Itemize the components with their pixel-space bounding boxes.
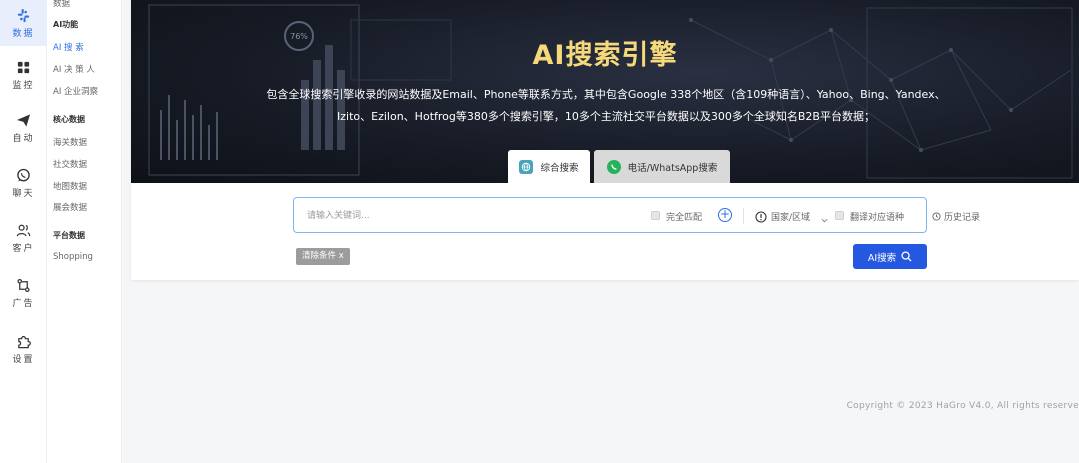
tab-general-search-label: 综合搜索 (540, 162, 579, 174)
rail-item-monitor[interactable]: 监控 (0, 52, 47, 98)
submenu-item-expo[interactable]: 展会数据 (53, 201, 87, 213)
submenu-item-social[interactable]: 社交数据 (53, 158, 87, 170)
hero-description-line2: Izito、Ezilon、Hotfrog等380多个搜索引擎，10多个主流社交平… (337, 110, 875, 123)
rail-label-chat: 聊天 (12, 188, 35, 199)
submenu-item-ai-search[interactable]: AI 搜 索 (53, 41, 84, 53)
users-icon (16, 224, 31, 236)
tab-phone-whatsapp-search[interactable]: 电话/WhatsApp搜索 (594, 150, 730, 183)
country-region-select[interactable]: 国家/区域 (771, 210, 810, 223)
history-link[interactable]: 历史记录 (932, 210, 980, 223)
submenu-top-item[interactable]: 数据 (53, 0, 70, 9)
hero-description-line1: 包含全球搜索引擎收录的网站数据及Email、Phone等联系方式，其中包含Goo… (266, 88, 946, 101)
whatsapp-icon (606, 159, 621, 174)
translate-label: 翻译对应语种 (850, 213, 905, 223)
submenu-panel: 数据 AI功能 AI 搜 索 AI 决 策 人 AI 企业洞察 核心数据 海关数… (47, 0, 122, 463)
rail-label-monitor: 监控 (12, 80, 35, 91)
whatsapp-icon (17, 168, 30, 182)
search-icon (901, 251, 912, 262)
paper-plane-icon (16, 113, 31, 127)
rail-item-chat[interactable]: 聊天 (0, 160, 47, 206)
submenu-section-platform: 平台数据 (53, 231, 85, 240)
puzzle-icon (18, 335, 31, 348)
main-area: 76% AI搜索引擎 包含全球搜索引擎收录的网站数据及Email、Phone等联… (122, 0, 1079, 463)
add-keyword-button[interactable]: + (718, 208, 732, 222)
submenu-section-core: 核心数据 (53, 115, 85, 124)
hero-banner: 76% AI搜索引擎 包含全球搜索引擎收录的网站数据及Email、Phone等联… (131, 0, 1079, 183)
ai-search-label: AI搜索 (867, 252, 897, 264)
submenu-item-ai-insight[interactable]: AI 企业洞察 (53, 85, 98, 97)
submenu-item-map[interactable]: 地图数据 (53, 180, 87, 192)
rail-item-data[interactable]: 数据 (0, 0, 47, 46)
submenu-item-ai-decision[interactable]: AI 决 策 人 (53, 63, 95, 75)
rail-item-settings[interactable]: 设置 (0, 326, 47, 372)
exact-match-checkbox[interactable] (651, 211, 660, 220)
tab-general-search[interactable]: 综合搜索 (508, 150, 590, 183)
chevron-down-icon[interactable] (821, 209, 828, 228)
clock-icon (932, 212, 941, 221)
translate-checkbox[interactable] (835, 211, 844, 220)
submenu-item-customs[interactable]: 海关数据 (53, 136, 87, 148)
submenu-section-ai: AI功能 (53, 20, 79, 29)
rail-item-customer[interactable]: 客户 (0, 215, 47, 261)
grid-icon (17, 61, 30, 73)
search-divider (743, 208, 744, 224)
rail-item-ads[interactable]: 广告 (0, 270, 47, 316)
slack-grid-icon (17, 8, 30, 22)
rail-label-customer: 客户 (12, 243, 35, 254)
rail-item-auto[interactable]: 自动 (0, 105, 47, 151)
search-bar: 完全匹配 + 国家/区域 翻译对应语种 (293, 197, 927, 233)
icon-rail: 数据 监控 自动 聊天 客户 广告 设置 (0, 0, 47, 463)
rail-label-settings: 设置 (12, 354, 35, 365)
exact-match-label: 完全匹配 (666, 213, 703, 223)
tab-phone-whatsapp-label: 电话/WhatsApp搜索 (627, 162, 718, 174)
rail-label-auto: 自动 (12, 133, 35, 144)
history-label: 历史记录 (944, 213, 981, 223)
rail-label-data: 数据 (12, 28, 35, 39)
search-input[interactable] (307, 207, 627, 224)
git-compare-icon (17, 278, 30, 292)
clear-filter-button[interactable]: 清除条件 x (296, 248, 350, 265)
submenu-item-shopping[interactable]: Shopping (53, 252, 93, 262)
rail-label-ads: 广告 (12, 298, 35, 309)
info-icon (755, 208, 767, 227)
globe-icon (519, 159, 534, 174)
footer-copyright: Copyright © 2023 HaGro V4.0, All rights … (846, 401, 1079, 411)
ai-search-button[interactable]: AI搜索 (853, 244, 927, 269)
hero-title: AI搜索引擎 (532, 40, 678, 71)
